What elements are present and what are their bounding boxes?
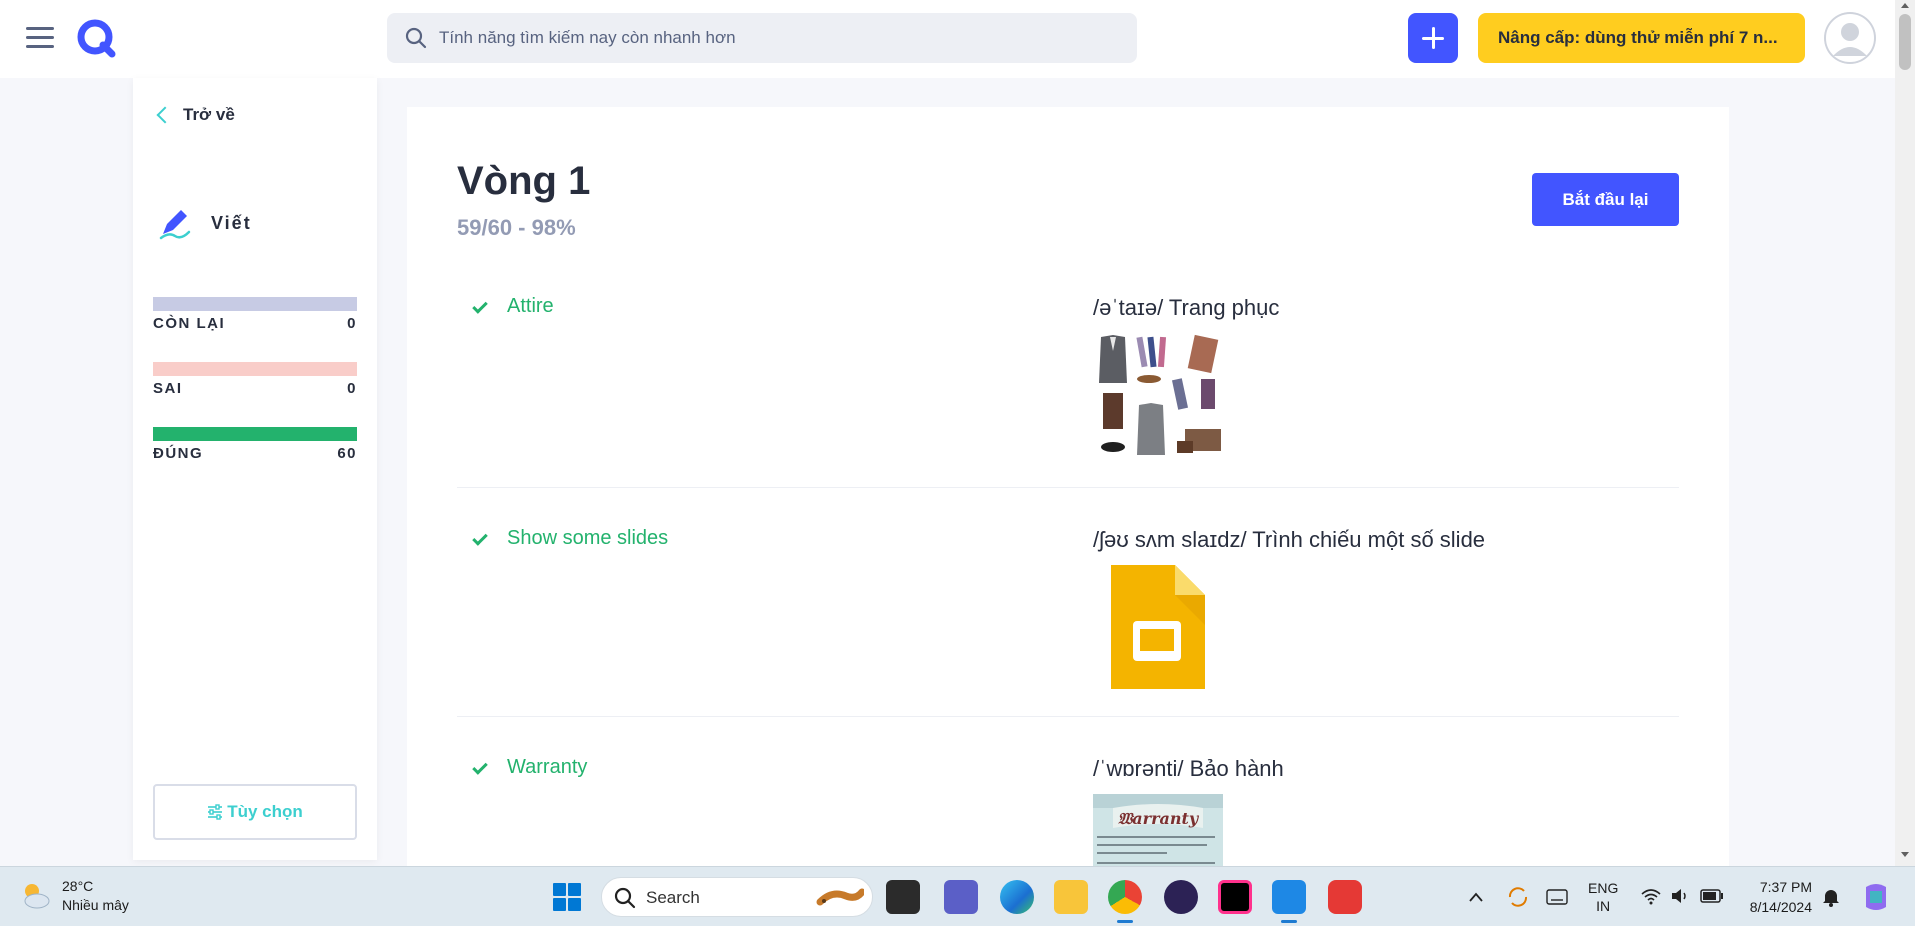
- term-text: Show some slides: [507, 527, 669, 549]
- clothing-collage-image[interactable]: [1093, 333, 1223, 457]
- teams-icon[interactable]: [944, 880, 978, 914]
- sync-icon[interactable]: [1506, 885, 1530, 909]
- stat-value: 0: [347, 380, 357, 397]
- google-slides-icon[interactable]: [1093, 565, 1213, 689]
- page-scrollbar[interactable]: [1895, 0, 1915, 866]
- check-icon: [472, 298, 488, 314]
- weather-temp: 28°C: [62, 878, 94, 894]
- search-icon: [614, 887, 636, 909]
- notification-bell-icon[interactable]: [1822, 887, 1840, 907]
- progress-bar-incorrect: [153, 362, 357, 376]
- weather-widget[interactable]: 28°C Nhiều mây: [18, 877, 129, 915]
- definition-text: /ʃəʊ sʌm slaɪdz/ Trình chiếu một số slid…: [1093, 527, 1486, 552]
- warranty-document-image[interactable]: 𝔚arranty: [1093, 794, 1223, 866]
- windows-taskbar: 28°C Nhiều mây Search ENG IN 7:37 PM 8/1…: [0, 866, 1915, 926]
- stat-label: ĐÚNG: [153, 445, 204, 462]
- pen-write-icon: [159, 210, 191, 240]
- eclipse-icon[interactable]: [1164, 880, 1198, 914]
- top-header: Nâng cấp: dùng thử miễn phí 7 n...: [0, 0, 1895, 78]
- gecko-highlight-icon: [816, 888, 864, 906]
- scroll-thumb[interactable]: [1899, 14, 1911, 70]
- weather-desc: Nhiều mây: [62, 897, 129, 913]
- system-clock[interactable]: 7:37 PM 8/14/2024: [1730, 877, 1812, 917]
- svg-text:𝔚arranty: 𝔚arranty: [1118, 809, 1200, 828]
- check-icon: [472, 530, 488, 546]
- taskbar-search[interactable]: Search: [601, 877, 873, 917]
- avatar-placeholder-icon: [1824, 12, 1876, 64]
- check-icon: [472, 759, 488, 775]
- round-results-panel: Vòng 1 59/60 - 98% Bắt đầu lại Attire /ə…: [407, 107, 1729, 866]
- stat-remaining: CÒN LẠI 0: [153, 297, 357, 332]
- notepad-icon[interactable]: [1272, 880, 1306, 923]
- hamburger-menu-icon[interactable]: [26, 27, 54, 49]
- options-label: Tùy chọn: [227, 802, 303, 821]
- quizlet-logo[interactable]: [76, 18, 116, 58]
- chevron-up-icon[interactable]: [1468, 891, 1484, 903]
- definition-text: /ˈwɒrənti/ Bảo hành: [1093, 756, 1284, 781]
- edge-icon[interactable]: [1000, 880, 1034, 914]
- restart-button[interactable]: Bắt đầu lại: [1532, 173, 1679, 226]
- definition-text: /əˈtaɪə/ Trang phục: [1093, 295, 1280, 320]
- round-score: 59/60 - 98%: [457, 215, 576, 240]
- clock-time: 7:37 PM: [1759, 879, 1812, 895]
- partly-cloudy-icon: [24, 884, 50, 909]
- wps-office-icon[interactable]: [1328, 880, 1362, 914]
- battery-icon[interactable]: [1700, 889, 1724, 903]
- wifi-icon[interactable]: [1640, 887, 1662, 905]
- chrome-icon[interactable]: [1108, 880, 1142, 923]
- create-plus-button[interactable]: [1408, 13, 1458, 63]
- keyboard-icon[interactable]: [1546, 889, 1568, 905]
- taskbar-search-label: Search: [646, 888, 700, 907]
- mode-write[interactable]: Viết: [155, 204, 252, 242]
- volume-icon[interactable]: [1670, 887, 1690, 905]
- language-indicator[interactable]: ENG IN: [1588, 879, 1618, 915]
- term-text: Attire: [507, 295, 554, 317]
- stat-correct: ĐÚNG 60: [153, 427, 357, 462]
- scroll-down-icon[interactable]: [1901, 852, 1909, 857]
- copilot-icon[interactable]: [1860, 881, 1892, 913]
- study-sidebar: Trở về Viết CÒN LẠI 0 SAI 0 ĐÚNG 60 Tùy …: [133, 78, 377, 860]
- scroll-up-icon[interactable]: [1901, 3, 1909, 8]
- windows-start-icon[interactable]: [553, 883, 581, 911]
- stat-label: SAI: [153, 380, 183, 397]
- lang-line1: ENG: [1588, 880, 1619, 896]
- stat-value: 60: [337, 445, 357, 462]
- mode-label: Viết: [211, 212, 252, 233]
- task-view-icon[interactable]: [886, 880, 920, 914]
- search-icon: [405, 27, 427, 49]
- term-text: Warranty: [507, 756, 588, 778]
- file-explorer-icon[interactable]: [1054, 880, 1088, 914]
- clock-date: 8/14/2024: [1749, 899, 1812, 915]
- progress-bar-correct: [153, 427, 357, 441]
- chevron-left-icon: [156, 106, 174, 124]
- term-row: Attire /əˈtaɪə/ Trang phục: [457, 295, 1679, 488]
- term-row: Show some slides /ʃəʊ sʌm slaɪdz/ Trình …: [457, 527, 1679, 717]
- search-input[interactable]: [439, 13, 1119, 63]
- back-label: Trở về: [183, 105, 235, 124]
- sliders-icon: [208, 804, 223, 820]
- back-link[interactable]: Trở về: [155, 102, 235, 128]
- options-button[interactable]: Tùy chọn: [153, 784, 357, 840]
- upgrade-trial-button[interactable]: Nâng cấp: dùng thử miễn phí 7 n...: [1478, 13, 1805, 63]
- stat-label: CÒN LẠI: [153, 315, 226, 332]
- lang-line2: IN: [1596, 898, 1611, 914]
- term-row: Warranty /ˈwɒrənti/ Bảo hành 𝔚arranty: [457, 756, 1679, 866]
- search-bar[interactable]: [387, 13, 1137, 63]
- round-title: Vòng 1: [457, 159, 591, 203]
- stat-value: 0: [347, 315, 357, 332]
- user-avatar[interactable]: [1824, 12, 1876, 64]
- stat-incorrect: SAI 0: [153, 362, 357, 397]
- intellij-icon[interactable]: [1218, 880, 1252, 914]
- progress-bar-remaining: [153, 297, 357, 311]
